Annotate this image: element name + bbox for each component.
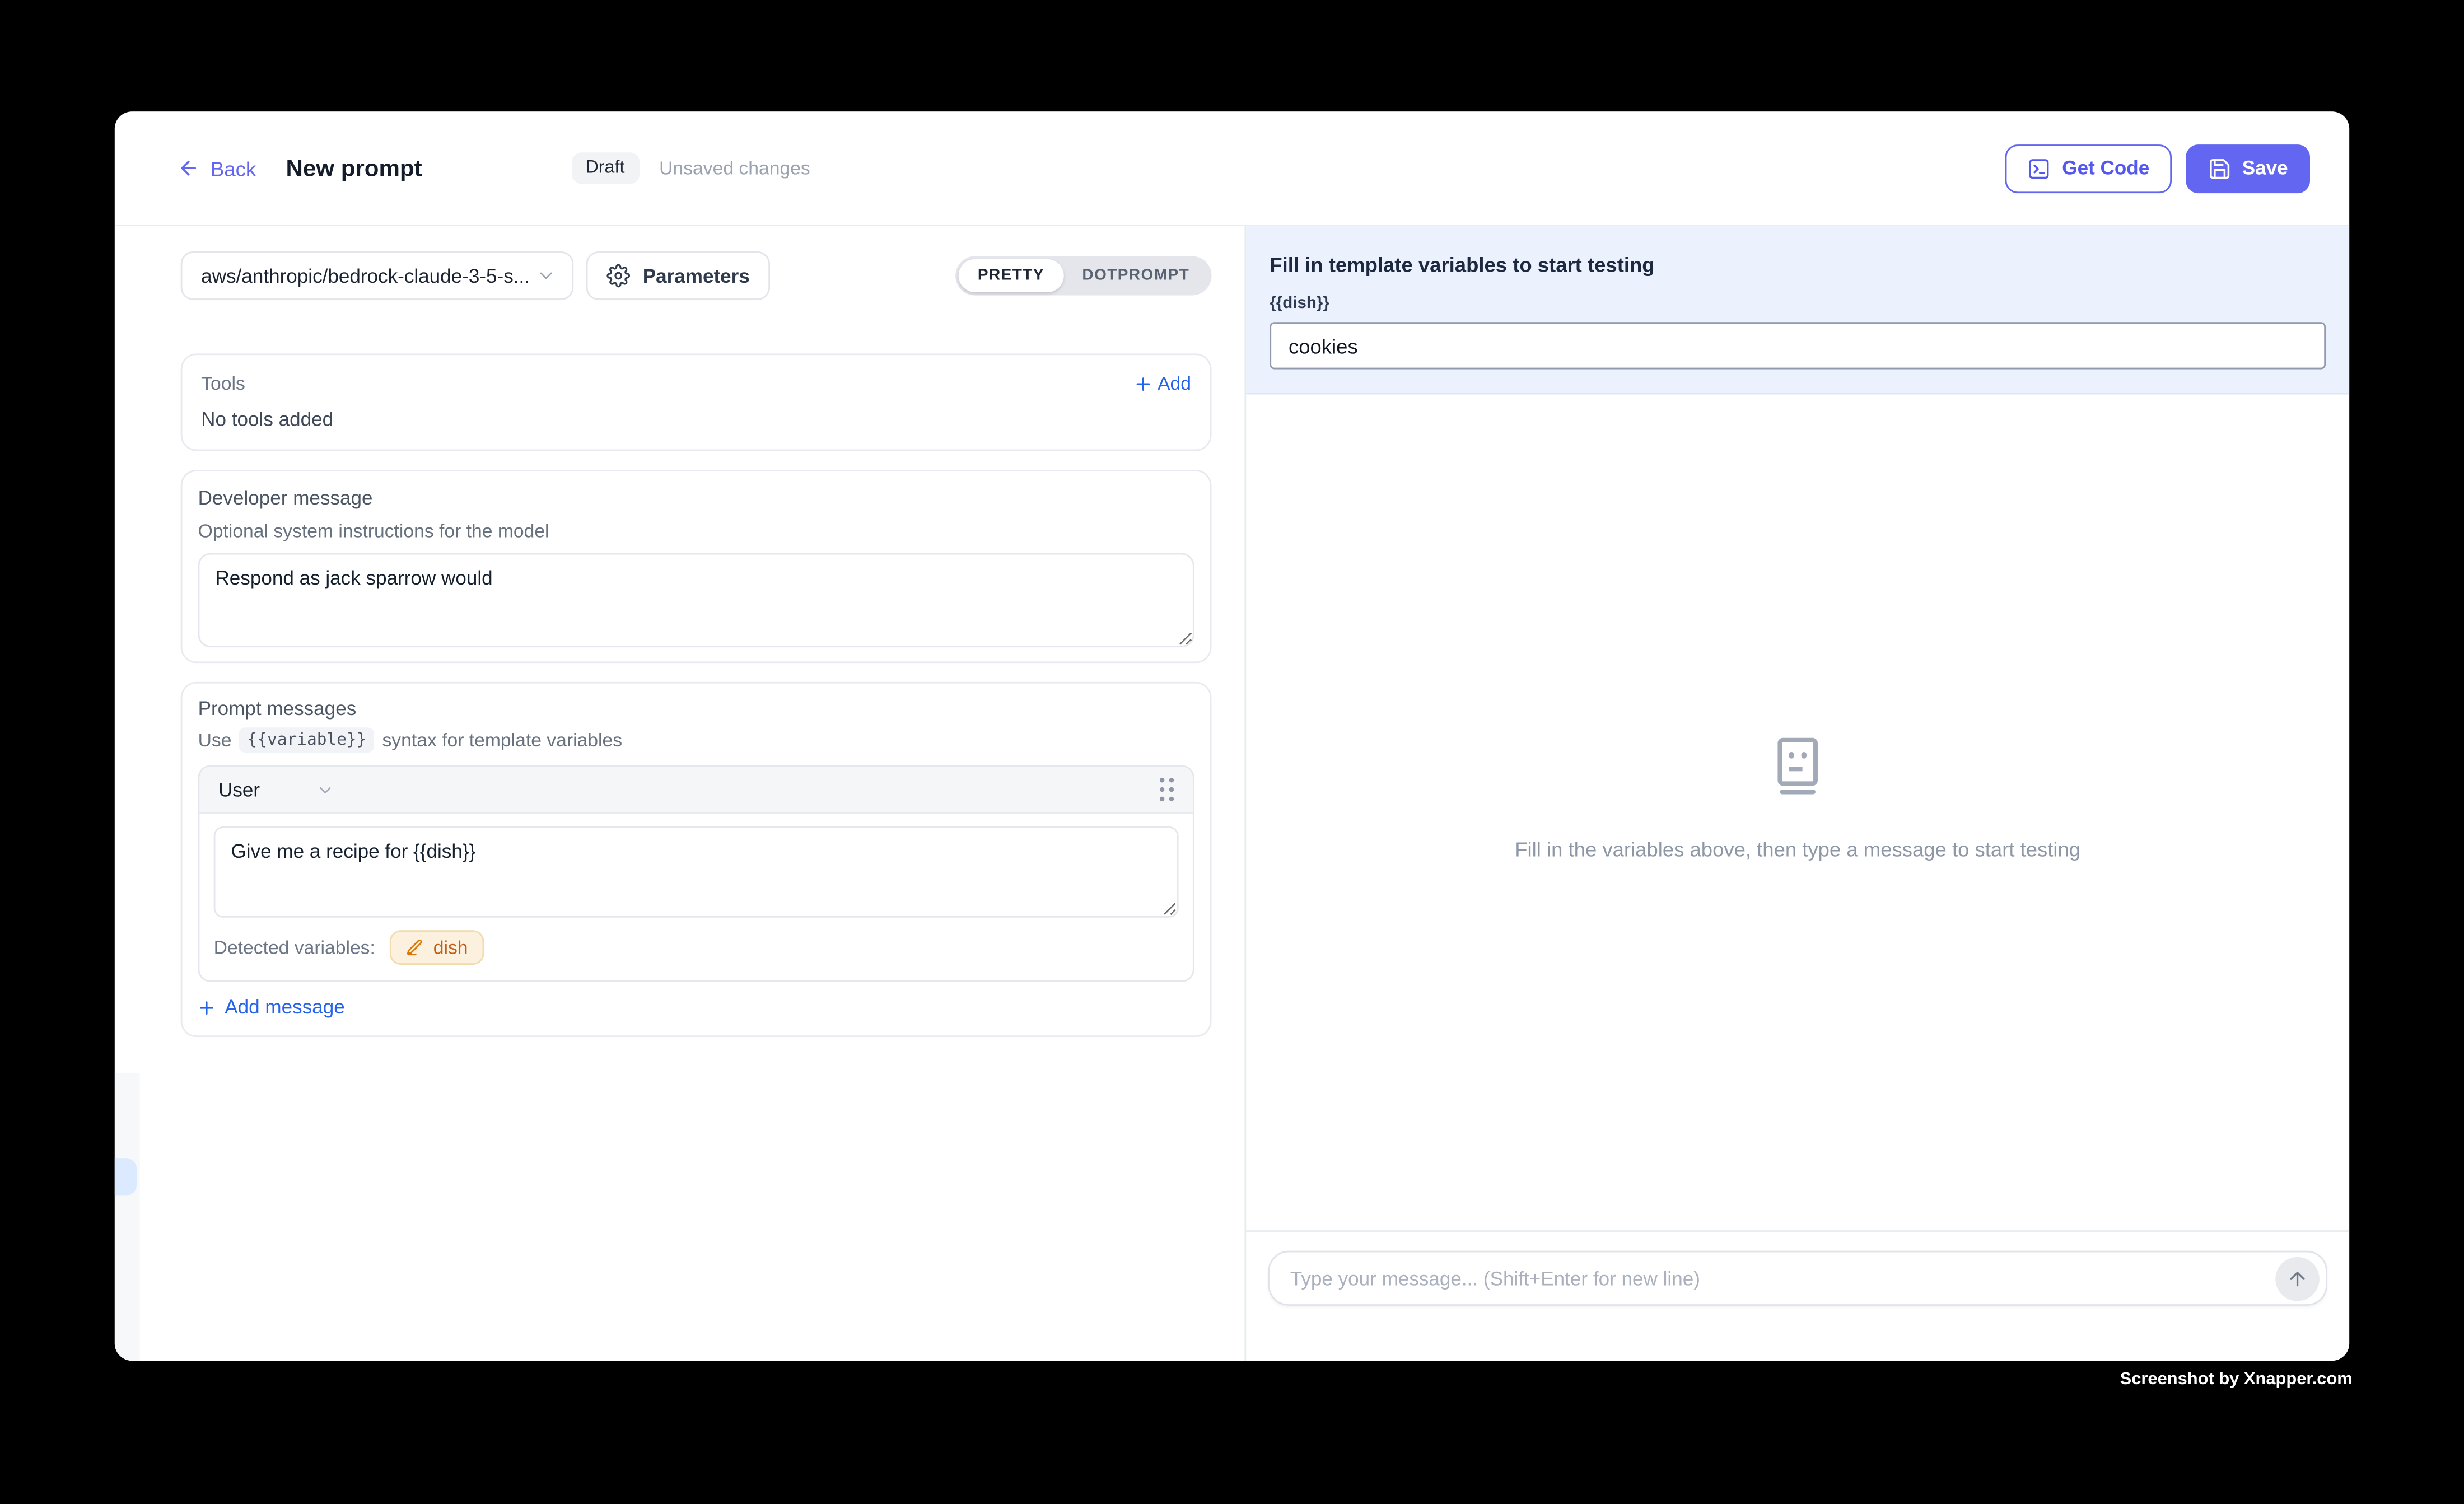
developer-message-textarea[interactable]: Respond as jack sparrow would	[198, 553, 1194, 647]
app-body: aws/anthropic/bedrock-claude-3-5-s... Pa…	[115, 226, 2349, 1361]
developer-message-title: Developer message	[198, 487, 1194, 509]
message-body: Give me a recipe for {{dish}}	[199, 814, 1192, 918]
save-icon	[2208, 156, 2231, 180]
variable-syntax-chip: {{variable}}	[239, 727, 374, 753]
save-label: Save	[2242, 157, 2288, 179]
test-panel: Fill in template variables to start test…	[1244, 226, 2349, 1361]
model-selector[interactable]: aws/anthropic/bedrock-claude-3-5-s...	[181, 251, 574, 300]
hint-prefix: Use	[198, 729, 232, 751]
watermark-text: Screenshot by Xnapper.com	[2120, 1370, 2353, 1389]
send-button[interactable]	[2275, 1256, 2320, 1300]
developer-message-subtitle: Optional system instructions for the mod…	[198, 520, 1194, 542]
plus-icon	[1134, 375, 1151, 392]
get-code-button[interactable]: Get Code	[2005, 144, 2171, 193]
parameters-button[interactable]: Parameters	[586, 251, 771, 300]
add-tool-button[interactable]: Add	[1134, 372, 1191, 394]
chevron-down-icon	[536, 265, 556, 286]
toggle-option-pretty[interactable]: PRETTY	[959, 259, 1063, 292]
sidebar-peek-active-item	[115, 1158, 137, 1195]
variable-name-label: {{dish}}	[1270, 294, 2326, 313]
gear-icon	[606, 264, 630, 287]
plus-icon	[198, 998, 216, 1016]
tools-empty-text: No tools added	[201, 409, 1191, 431]
screenshot-stage: Back New prompt Draft Unsaved changes Ge…	[0, 0, 2464, 1503]
composer-box	[1268, 1251, 2327, 1306]
prompt-editor-pane: aws/anthropic/bedrock-claude-3-5-s... Pa…	[115, 226, 1245, 1361]
add-message-label: Add message	[225, 996, 344, 1018]
back-button[interactable]: Back	[178, 156, 256, 180]
arrow-up-icon	[2286, 1267, 2308, 1289]
add-tool-label: Add	[1158, 372, 1191, 394]
developer-message-card: Developer message Optional system instru…	[181, 470, 1212, 663]
template-syntax-hint: Use {{variable}} syntax for template var…	[198, 727, 1194, 753]
model-selector-value: aws/anthropic/bedrock-claude-3-5-s...	[201, 265, 530, 287]
template-variables-title: Fill in template variables to start test…	[1270, 253, 2326, 277]
app-header: Back New prompt Draft Unsaved changes Ge…	[115, 111, 2349, 226]
pencil-icon	[405, 938, 424, 957]
message-header: User	[199, 767, 1192, 814]
detected-variables-label: Detected variables:	[214, 936, 375, 958]
prompt-messages-card: Prompt messages Use {{variable}} syntax …	[181, 682, 1212, 1037]
variable-chip-label: dish	[433, 936, 468, 958]
parameters-label: Parameters	[643, 265, 750, 287]
drag-handle-icon[interactable]	[1160, 778, 1174, 801]
format-toggle: PRETTY DOTPROMPT	[956, 256, 1212, 295]
bot-face-icon	[1766, 735, 1829, 798]
toggle-option-dotprompt[interactable]: DOTPROMPT	[1063, 259, 1208, 292]
prompt-messages-title: Prompt messages	[198, 698, 1194, 720]
status-badge: Draft	[571, 152, 638, 184]
variable-value-input[interactable]	[1270, 322, 2326, 369]
add-message-button[interactable]: Add message	[198, 996, 1194, 1018]
back-label: Back	[211, 156, 256, 180]
sidebar-peek-strip	[115, 1073, 140, 1361]
hint-suffix: syntax for template variables	[382, 729, 622, 751]
terminal-icon	[2028, 156, 2051, 180]
save-button[interactable]: Save	[2186, 144, 2310, 193]
tools-title: Tools	[201, 372, 245, 394]
chat-empty-state-text: Fill in the variables above, then type a…	[1515, 838, 2080, 861]
role-value: User	[218, 778, 260, 800]
chevron-down-icon	[260, 780, 335, 799]
header-actions: Get Code Save	[2005, 144, 2310, 193]
composer-bar	[1246, 1230, 2349, 1361]
arrow-left-icon	[178, 157, 199, 179]
prompt-message-block: User Give me a recipe for {{dish}}	[198, 765, 1194, 982]
message-content-textarea[interactable]: Give me a recipe for {{dish}}	[214, 826, 1179, 918]
chat-preview-area: Fill in the variables above, then type a…	[1246, 394, 2349, 1230]
template-variables-section: Fill in template variables to start test…	[1246, 226, 2349, 394]
page-title: New prompt	[286, 155, 422, 181]
model-toolbar: aws/anthropic/bedrock-claude-3-5-s... Pa…	[181, 251, 1212, 300]
variable-chip-dish[interactable]: dish	[389, 930, 483, 965]
message-input[interactable]	[1290, 1267, 2251, 1289]
unsaved-changes-text: Unsaved changes	[659, 157, 810, 179]
get-code-label: Get Code	[2062, 157, 2149, 179]
app-window: Back New prompt Draft Unsaved changes Ge…	[115, 111, 2349, 1361]
tools-card: Tools Add No tools added	[181, 353, 1212, 451]
detected-variables-row: Detected variables: dish	[199, 918, 1192, 980]
role-selector[interactable]: User	[218, 778, 335, 800]
